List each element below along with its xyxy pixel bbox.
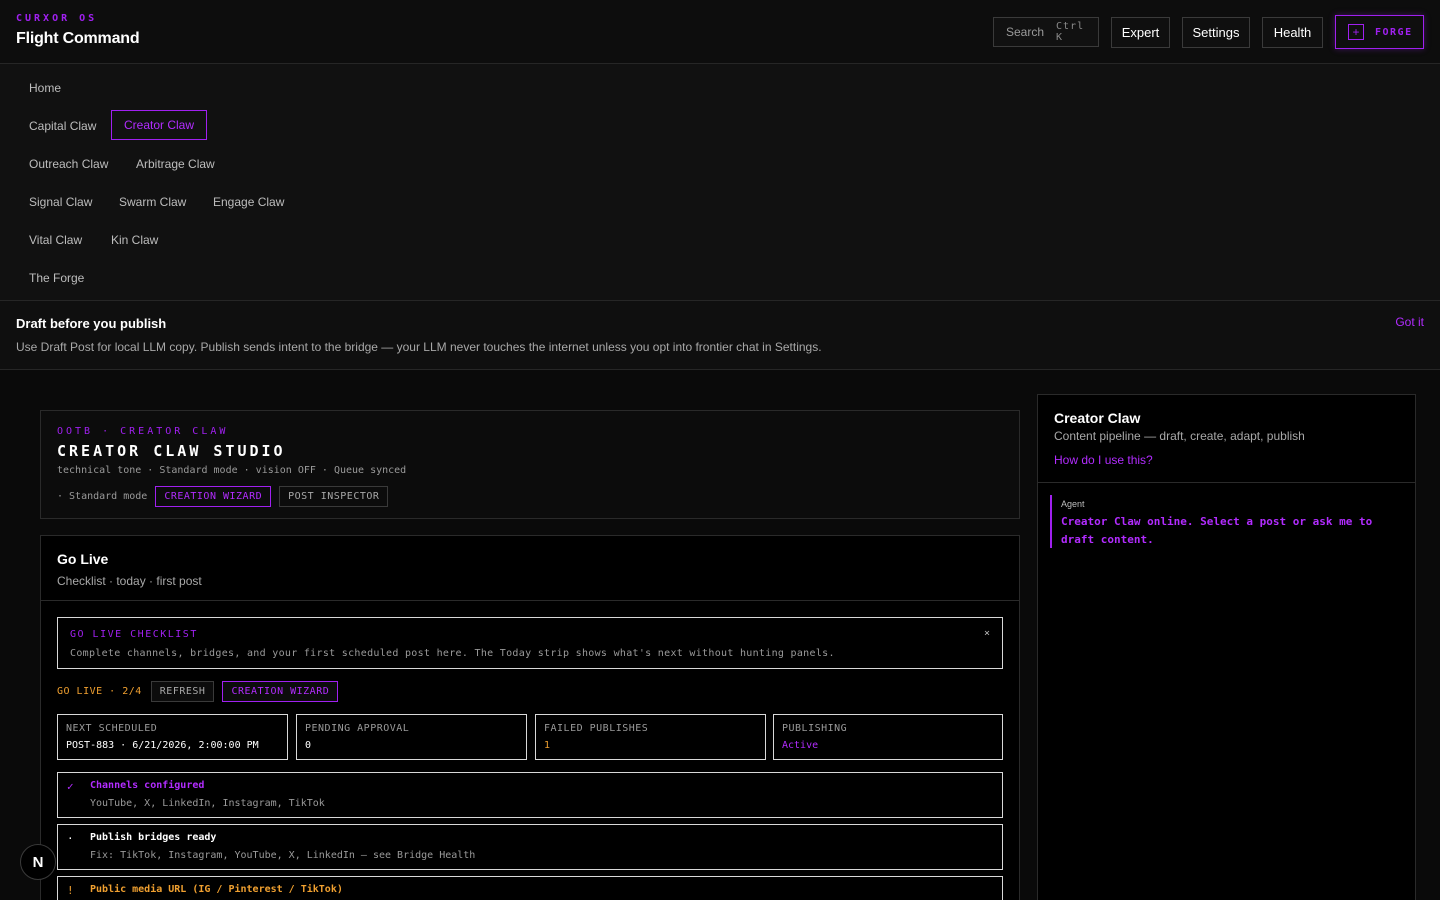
checklist-title: GO LIVE CHECKLIST <box>70 629 198 640</box>
banner-text: Use Draft Post for local LLM copy. Publi… <box>16 340 822 354</box>
go-live-header: Go Live Checklist · today · first post <box>41 536 1019 601</box>
warning-icon: ! <box>67 884 74 897</box>
claw-nav: Home Capital Claw Creator Claw Outreach … <box>0 64 1440 301</box>
checklist-item-title: Publish bridges ready <box>90 832 217 843</box>
stat-value: 0 <box>305 740 312 751</box>
studio-meta: technical tone · Standard mode · vision … <box>57 465 407 476</box>
go-live-toolbar: GO LIVE · 2/4 REFRESH CREATION WIZARD <box>57 681 339 702</box>
top-bar: CURXOR OS Flight Command Search Ctrl K E… <box>0 0 1440 64</box>
nav-engage-claw[interactable]: Engage Claw <box>201 187 296 217</box>
banner-dismiss-link[interactable]: Got it <box>1395 315 1424 329</box>
checklist-text: Complete channels, bridges, and your fir… <box>70 648 835 659</box>
health-button[interactable]: Health <box>1262 17 1323 48</box>
plus-icon: + <box>1348 24 1364 40</box>
nav-signal-claw[interactable]: Signal Claw <box>17 187 104 217</box>
nav-outreach-claw[interactable]: Outreach Claw <box>17 149 120 179</box>
nav-creator-claw[interactable]: Creator Claw <box>111 110 208 140</box>
stat-next-scheduled: NEXT SCHEDULED POST-883 · 6/21/2026, 2:0… <box>57 714 288 760</box>
go-live-progress: GO LIVE · 2/4 <box>57 686 142 697</box>
brand-kicker: CURXOR OS <box>16 13 98 24</box>
checklist-item-detail: Fix: TikTok, Instagram, YouTube, X, Link… <box>90 850 476 861</box>
expert-button[interactable]: Expert <box>1111 17 1170 48</box>
go-live-card: Go Live Checklist · today · first post G… <box>40 535 1020 900</box>
checklist-item-title: Channels configured <box>90 780 205 791</box>
close-icon[interactable]: × <box>984 628 990 639</box>
stat-label: PENDING APPROVAL <box>305 723 410 734</box>
checklist-item-channels[interactable]: ✓ Channels configured YouTube, X, Linked… <box>57 772 1003 818</box>
stat-value: 1 <box>544 740 551 751</box>
n-logo-button[interactable]: N <box>20 844 56 880</box>
stat-label: FAILED PUBLISHES <box>544 723 649 734</box>
search-button[interactable]: Search Ctrl K <box>993 17 1099 47</box>
studio-kicker: OOTB · CREATOR CLAW <box>57 426 229 437</box>
assistant-subtitle: Content pipeline — draft, create, adapt,… <box>1054 429 1305 443</box>
stat-label: NEXT SCHEDULED <box>66 723 158 734</box>
go-live-subtitle: Checklist · today · first post <box>57 574 202 588</box>
stat-value: POST-883 · 6/21/2026, 2:00:00 PM <box>66 740 259 751</box>
post-inspector-button[interactable]: POST INSPECTOR <box>279 486 389 507</box>
settings-button[interactable]: Settings <box>1182 17 1250 48</box>
stat-value: Active <box>782 740 819 751</box>
stat-failed-publishes: FAILED PUBLISHES 1 <box>535 714 766 760</box>
forge-label: FORGE <box>1375 26 1413 38</box>
go-live-title: Go Live <box>57 551 109 567</box>
stat-label: PUBLISHING <box>782 723 848 734</box>
stat-pending-approval: PENDING APPROVAL 0 <box>296 714 527 760</box>
check-icon: ✓ <box>67 780 74 793</box>
nav-home[interactable]: Home <box>17 73 73 103</box>
creation-wizard-button[interactable]: CREATION WIZARD <box>222 681 339 702</box>
checklist-item-media-url[interactable]: ! Public media URL (IG / Pinterest / Tik… <box>57 876 1003 900</box>
nav-swarm-claw[interactable]: Swarm Claw <box>107 187 198 217</box>
checklist-item-bridges[interactable]: · Publish bridges ready Fix: TikTok, Ins… <box>57 824 1003 870</box>
assistant-title: Creator Claw <box>1054 410 1141 426</box>
refresh-button[interactable]: REFRESH <box>150 681 215 702</box>
nav-capital-claw[interactable]: Capital Claw <box>17 111 108 141</box>
nav-kin-claw[interactable]: Kin Claw <box>99 225 170 255</box>
checklist-item-title: Public media URL (IG / Pinterest / TikTo… <box>90 884 343 895</box>
search-label: Search <box>1006 25 1045 39</box>
agent-message: Agent Creator Claw online. Select a post… <box>1050 495 1390 548</box>
pending-dot-icon: · <box>67 832 74 845</box>
message-text: Creator Claw online. Select a post or as… <box>1061 515 1373 546</box>
creation-wizard-button[interactable]: CREATION WIZARD <box>155 486 272 507</box>
studio-mode: · Standard mode <box>57 491 148 502</box>
app-title: Flight Command <box>16 30 140 47</box>
message-role: Agent <box>1061 499 1085 509</box>
nav-the-forge[interactable]: The Forge <box>17 263 96 293</box>
checklist-notice: GO LIVE CHECKLIST × Complete channels, b… <box>57 617 1003 669</box>
info-banner: Draft before you publish Use Draft Post … <box>0 301 1440 370</box>
studio-actions: · Standard mode CREATION WIZARD POST INS… <box>57 486 389 507</box>
assistant-header: Creator Claw Content pipeline — draft, c… <box>1038 395 1415 483</box>
help-link[interactable]: How do I use this? <box>1054 453 1153 467</box>
nav-vital-claw[interactable]: Vital Claw <box>17 225 94 255</box>
nav-arbitrage-claw[interactable]: Arbitrage Claw <box>124 149 227 179</box>
banner-title: Draft before you publish <box>16 316 167 331</box>
checklist-item-detail: YouTube, X, LinkedIn, Instagram, TikTok <box>90 798 325 809</box>
assistant-panel: Creator Claw Content pipeline — draft, c… <box>1037 394 1416 900</box>
forge-button[interactable]: + FORGE <box>1335 15 1424 49</box>
search-shortcut: Ctrl K <box>1056 21 1085 43</box>
studio-card: OOTB · CREATOR CLAW CREATOR CLAW STUDIO … <box>40 410 1020 519</box>
studio-title: CREATOR CLAW STUDIO <box>57 442 286 460</box>
stat-publishing: PUBLISHING Active <box>773 714 1003 760</box>
main-content: OOTB · CREATOR CLAW CREATOR CLAW STUDIO … <box>0 370 1440 900</box>
